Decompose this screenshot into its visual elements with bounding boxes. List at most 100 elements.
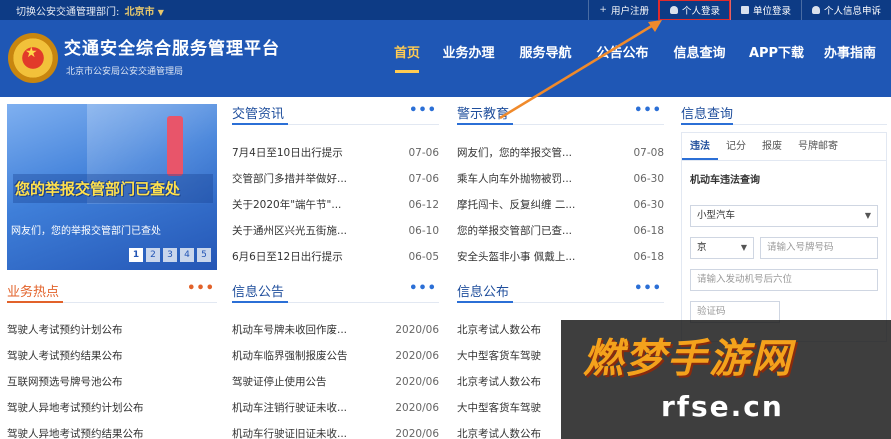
nav-info-query[interactable]: 信息查询 [661,20,738,97]
traffic-news-more-icon[interactable]: ••• [409,103,437,118]
site-title: 交通安全综合服务管理平台 [64,39,280,59]
tab-scrap[interactable]: 报废 [754,133,790,160]
banner-page-2[interactable]: 2 [146,248,160,262]
dept-prefix: 切换公安交通管理部门: [16,6,120,18]
list-item[interactable]: 网友们，您的举报交管... 07-08 [457,140,664,166]
item-text: 大中型客货车驾驶 [457,350,541,362]
list-item[interactable]: 驾驶人异地考试预约结果公布 [7,421,217,439]
traffic-news-title: 交管资讯 [232,103,289,125]
item-text: 网友们，您的举报交管... [457,147,573,159]
list-item[interactable]: 大中型客货车驾驶 [457,343,567,369]
top-bar: 切换公安交通管理部门: 北京市 ▼ + 用户注册 个人登录 单位登录 个人信息申诉 [0,0,891,21]
item-text: 7月4日至10日出行提示 [232,147,343,159]
item-date: 07-06 [408,173,439,185]
personal-appeal-label: 个人信息申诉 [823,6,881,17]
list-item[interactable]: 摩托闯卡、反复纠缠 二... 06-30 [457,192,664,218]
list-item[interactable]: 6月6日至12日出行提示 06-05 [232,244,439,270]
dept-switcher[interactable]: 切换公安交通管理部门: 北京市 ▼ [16,3,164,18]
item-text: 交管部门多措并举做好... [232,173,348,185]
item-text: 安全头盔非小事 佩戴上... [457,251,576,263]
item-text: 关于通州区兴光五街施... [232,225,348,237]
person-icon [669,6,678,14]
traffic-news-list: 7月4日至10日出行提示 07-06 交管部门多措并举做好... 07-06 关于2… [232,140,439,270]
banner-page-4[interactable]: 4 [180,248,194,262]
engine-number-input[interactable]: 请输入发动机号后六位 [690,269,878,291]
plate-prefix-select[interactable]: 京 ▼ [690,237,754,259]
item-text: 摩托闯卡、反复纠缠 二... [457,199,576,211]
list-item[interactable]: 机动车行驶证旧证未收... 2020/06 [232,421,439,439]
nav-guide[interactable]: 办事指南 [815,20,885,97]
item-date: 06-10 [408,225,439,237]
list-item[interactable]: 机动车注销行驶证未收... 2020/06 [232,395,439,421]
list-item[interactable]: 大中型客货车驾驶 [457,395,567,421]
item-date: 06-30 [633,173,664,185]
banner-page-3[interactable]: 3 [163,248,177,262]
item-text: 驾驶人异地考试预约计划公布 [7,402,144,414]
info-query-header: 信息查询 [681,103,887,125]
nav-announcement[interactable]: 公告公布 [584,20,661,97]
list-item[interactable]: 互联网预选号牌号池公布 [7,369,217,395]
info-publish-more-icon[interactable]: ••• [634,281,662,296]
list-item[interactable]: 机动车号牌未收回作废... 2020/06 [232,317,439,343]
info-notice-more-icon[interactable]: ••• [409,281,437,296]
list-item[interactable]: 北京考试人数公布 [457,369,567,395]
info-notice-title: 信息公告 [232,281,289,303]
person-icon [811,6,820,14]
item-text: 北京考试人数公布 [457,428,541,439]
chevron-down-icon: ▼ [157,7,164,17]
list-item[interactable]: 乘车人向车外抛物被罚... 06-30 [457,166,664,192]
nav-business[interactable]: 业务办理 [430,20,507,97]
tab-points[interactable]: 记分 [718,133,754,160]
chevron-down-icon: ▼ [864,211,871,220]
vehicle-type-select[interactable]: 小型汽车 ▼ [690,205,878,227]
nav-app-download[interactable]: APP下载 [738,20,815,97]
nav-home[interactable]: 首页 [384,20,430,97]
list-item[interactable]: 机动车临界强制报废公告 2020/06 [232,343,439,369]
item-date: 2020/06 [395,324,439,336]
list-item[interactable]: 7月4日至10日出行提示 07-06 [232,140,439,166]
user-register-link[interactable]: + 用户注册 [588,0,659,20]
news-banner[interactable]: 您的举报交管部门已查处 网友们，您的举报交管部门已查处 1 2 3 4 5 [7,104,217,270]
list-item[interactable]: 驾驶人异地考试预约计划公布 [7,395,217,421]
plate-number-input[interactable]: 请输入号牌号码 [760,237,878,259]
user-register-label: 用户注册 [610,6,649,17]
vehicle-type-value: 小型汽车 [697,210,736,221]
personal-login-label: 个人登录 [681,6,720,17]
list-item[interactable]: 您的举报交管部门已查... 06-18 [457,218,664,244]
list-item[interactable]: 关于通州区兴光五街施... 06-10 [232,218,439,244]
item-date: 07-08 [633,147,664,159]
info-publish-header: 信息公布 ••• [457,281,664,303]
item-date: 07-06 [408,147,439,159]
list-item[interactable]: 北京考试人数公布 [457,317,567,343]
list-item[interactable]: 驾驶人考试预约结果公布 [7,343,217,369]
item-text: 驾驶人考试预约计划公布 [7,324,123,336]
banner-pole-graphic [167,116,183,176]
list-item[interactable]: 驾驶证停止使用公告 2020/06 [232,369,439,395]
banner-pager: 1 2 3 4 5 [129,248,211,262]
watermark-url: rfse.cn [661,390,784,423]
banner-caption: 网友们，您的举报交管部门已查处 [11,226,161,237]
list-item[interactable]: 关于2020年"端午节"... 06-12 [232,192,439,218]
warning-edu-more-icon[interactable]: ••• [634,103,662,118]
info-notice-header: 信息公告 ••• [232,281,439,303]
item-text: 机动车号牌未收回作废... [232,324,348,336]
banner-page-5[interactable]: 5 [197,248,211,262]
list-item[interactable]: 驾驶人考试预约计划公布 [7,317,217,343]
nav-service-guide[interactable]: 服务导航 [507,20,584,97]
list-item[interactable]: 北京考试人数公布 [457,421,567,439]
tab-violation[interactable]: 违法 [682,133,718,160]
personal-login-link[interactable]: 个人登录 [657,0,731,21]
traffic-news-header: 交管资讯 ••• [232,103,439,125]
business-hot-more-icon[interactable]: ••• [187,281,215,296]
police-emblem-icon [8,33,58,83]
business-hot-header: 业务热点 ••• [7,281,217,303]
tab-plate-mail[interactable]: 号牌邮寄 [790,133,846,160]
company-login-link[interactable]: 单位登录 [729,0,801,20]
list-item[interactable]: 安全头盔非小事 佩戴上... 06-18 [457,244,664,270]
banner-page-1[interactable]: 1 [129,248,143,262]
chevron-down-icon: ▼ [740,243,747,252]
list-item[interactable]: 交管部门多措并举做好... 07-06 [232,166,439,192]
personal-appeal-link[interactable]: 个人信息申诉 [800,0,891,20]
item-text: 机动车行驶证旧证未收... [232,428,348,439]
dept-city[interactable]: 北京市 [125,7,155,18]
